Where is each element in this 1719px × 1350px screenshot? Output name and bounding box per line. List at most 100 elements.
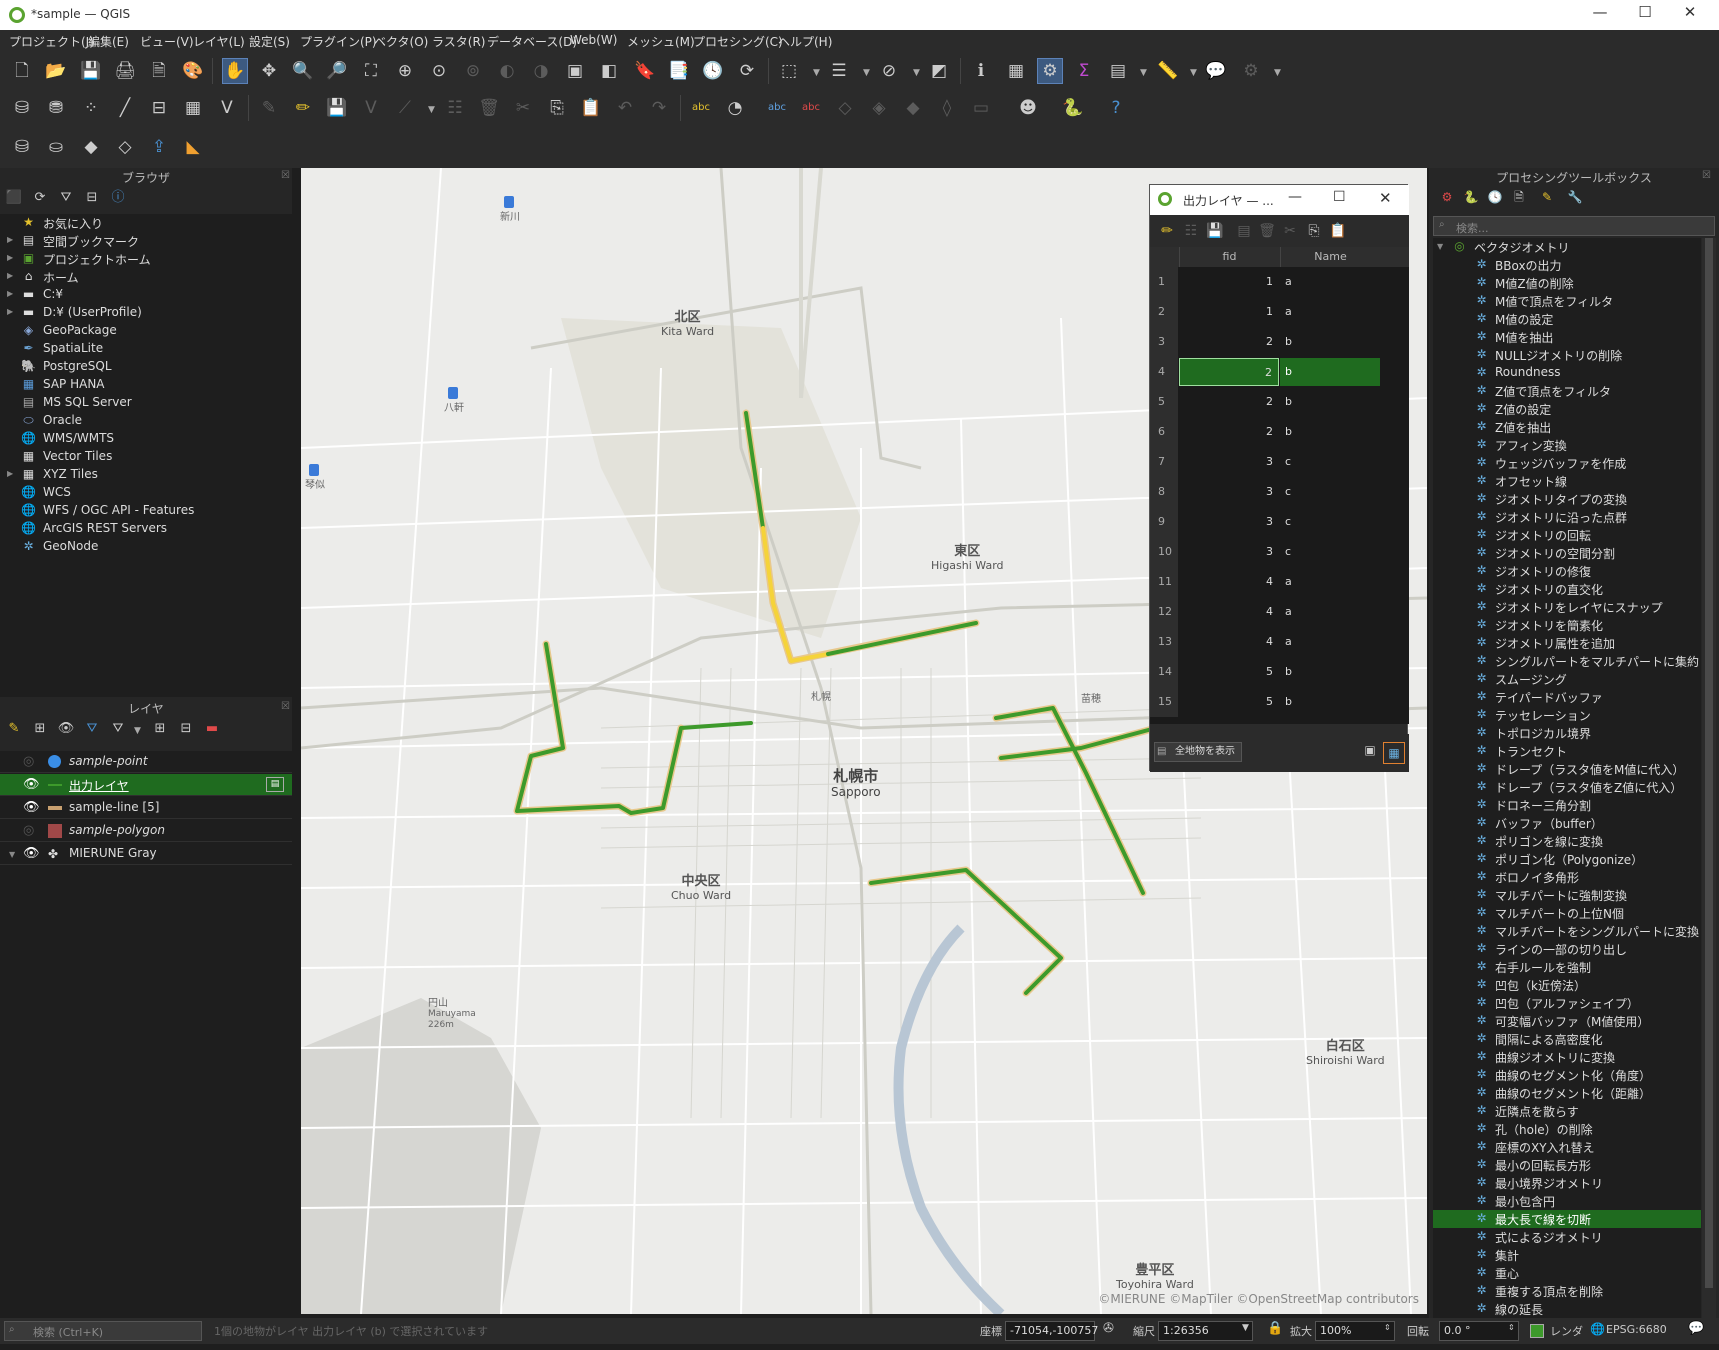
toolbox-item[interactable]: ✲ アフィン変換 xyxy=(1433,436,1701,454)
expand-arrow-icon[interactable]: ▶ xyxy=(7,253,13,262)
toolbox-item[interactable]: ✲ 最小包含円 xyxy=(1433,1192,1701,1210)
toolbox-item[interactable]: ✲ Z値の設定 xyxy=(1433,400,1701,418)
pan-to-selection-icon[interactable]: ✥ xyxy=(256,58,282,84)
browser-item-c-drive[interactable]: ▶ ▬ C:¥ xyxy=(0,286,292,304)
chevron-down-icon[interactable]: ▼ xyxy=(1190,68,1197,78)
collapse-arrow-icon[interactable]: ▼ xyxy=(1437,242,1443,251)
add-point-layer-icon[interactable]: ⁘ xyxy=(78,95,104,121)
toolbox-item[interactable]: ✲ M値で頂点をフィルタ xyxy=(1433,292,1701,310)
toolbox-item[interactable]: ✲ Roundness xyxy=(1433,364,1701,382)
zoom-full-icon[interactable]: ⛶ xyxy=(358,58,384,84)
minimize-button[interactable]: — xyxy=(1585,3,1615,21)
column-header-name[interactable]: Name xyxy=(1280,247,1380,267)
menu-processing[interactable]: プロセシング(C) xyxy=(693,33,783,50)
plugin-b-icon[interactable]: ◇ xyxy=(112,134,138,160)
menu-help[interactable]: ヘルプ(H) xyxy=(778,33,832,50)
toolbox-item[interactable]: ✲ M値を抽出 xyxy=(1433,328,1701,346)
browser-item-home[interactable]: ▶ ⌂ ホーム xyxy=(0,268,292,286)
browser-item-d-drive[interactable]: ▶ ▬ D:¥ (UserProfile) xyxy=(0,304,292,322)
options-icon[interactable]: 🔧 xyxy=(1566,188,1584,206)
layer-item-sample-line[interactable]: 👁 sample-line [5] xyxy=(0,797,292,819)
select-by-value-icon[interactable]: ☰ xyxy=(826,58,852,84)
toolbox-item[interactable]: ✲ 集計 xyxy=(1433,1246,1701,1264)
toolbox-item[interactable]: ✲ テッセレーション xyxy=(1433,706,1701,724)
toolbox-item[interactable]: ✲ 最小境界ジオメトリ xyxy=(1433,1174,1701,1192)
add-vector-layer-icon[interactable]: V xyxy=(214,95,240,121)
chevron-down-icon[interactable]: ▼ xyxy=(813,68,820,78)
zoom-out-icon[interactable]: 🔎 xyxy=(324,58,350,84)
editing-indicator-icon[interactable]: ▤ xyxy=(266,777,284,792)
visibility-on-icon[interactable]: 👁 xyxy=(23,777,40,792)
visibility-off-icon[interactable]: ◎ xyxy=(23,823,34,838)
new-project-icon[interactable]: 🗋 xyxy=(9,58,35,84)
toolbox-item[interactable]: ✲ ポリゴン化（Polygonize） xyxy=(1433,850,1701,868)
collapse-all-icon[interactable]: ⊟ xyxy=(177,719,195,737)
toolbox-item[interactable]: ✲ テイパードバッファ xyxy=(1433,688,1701,706)
add-delimited-text-icon[interactable]: ⊟ xyxy=(146,95,172,121)
deselect-all-icon[interactable]: ⊘ xyxy=(876,58,902,84)
toolbox-item[interactable]: ✲ 可変幅バッファ（M値使用） xyxy=(1433,1012,1701,1030)
toggle-editing-icon[interactable]: ✏ xyxy=(290,95,316,121)
toolbox-item[interactable]: ✲ 孔（hole）の削除 xyxy=(1433,1120,1701,1138)
undo-icon[interactable]: ↶ xyxy=(612,95,638,121)
toolbox-item[interactable]: ✲ M値Z値の削除 xyxy=(1433,274,1701,292)
toolbox-item[interactable]: ✲ ジオメトリの直交化 xyxy=(1433,580,1701,598)
upload-icon[interactable]: ⇪ xyxy=(146,134,172,160)
filter-legend-icon[interactable]: ⛛ xyxy=(83,719,101,737)
add-group-icon[interactable]: ⊞ xyxy=(31,719,49,737)
statistical-summary-icon[interactable]: Σ xyxy=(1071,58,1097,84)
toggle-extents-icon[interactable]: ✇ xyxy=(1103,1321,1114,1336)
show-hide-labels-icon[interactable]: ◇ xyxy=(832,95,858,121)
zoom-native-icon[interactable]: ⊚ xyxy=(460,58,486,84)
table-row[interactable]: 13 4 a xyxy=(1150,627,1409,657)
menu-project[interactable]: プロジェクト(J) xyxy=(9,33,94,50)
attr-minimize-button[interactable]: — xyxy=(1288,189,1302,205)
table-row[interactable]: 11 4 a xyxy=(1150,567,1409,597)
rotate-label-icon[interactable]: ◆ xyxy=(900,95,926,121)
change-label-icon[interactable]: ◊ xyxy=(934,95,960,121)
select-location-icon[interactable]: ◩ xyxy=(926,58,952,84)
label-tool-icon[interactable]: abc xyxy=(688,95,714,121)
toolbox-item[interactable]: ✲ ジオメトリをレイヤにスナップ xyxy=(1433,598,1701,616)
table-row[interactable]: 52b xyxy=(1150,387,1409,417)
highlight-pinned-labels-icon[interactable]: abc xyxy=(764,95,790,121)
save-project-icon[interactable]: 💾 xyxy=(78,58,104,84)
toolbox-item[interactable]: ✲ 重複する頂点を削除 xyxy=(1433,1282,1701,1300)
menu-raster[interactable]: ラスタ(R) xyxy=(432,33,485,50)
cut-features-icon[interactable]: ✂ xyxy=(510,95,536,121)
properties-icon[interactable]: ⓘ xyxy=(109,188,127,206)
browser-item-oracle[interactable]: ⬭ Oracle xyxy=(0,412,292,430)
browser-item-spatial-bookmarks[interactable]: ▶ ▤ 空間ブックマーク xyxy=(0,232,292,250)
collapse-all-icon[interactable]: ⊟ xyxy=(83,188,101,206)
expand-all-icon[interactable]: ⊞ xyxy=(151,719,169,737)
visibility-on-icon[interactable]: 👁 xyxy=(23,800,40,815)
new-print-layout-icon[interactable]: 🖨 xyxy=(112,58,138,84)
save-edits-icon[interactable]: 💾 xyxy=(1202,218,1228,244)
render-checkbox[interactable] xyxy=(1530,1324,1544,1338)
toolbox-item[interactable]: ✲ ウェッジバッファを作成 xyxy=(1433,454,1701,472)
toolbox-item[interactable]: ✲ Z値を抽出 xyxy=(1433,418,1701,436)
panel-close-icon[interactable]: ☒ xyxy=(1702,170,1711,181)
layer-item-output-layer[interactable]: 👁 出力レイヤ ▤ xyxy=(0,774,292,796)
toolbox-item[interactable]: ✲ シングルパートをマルチパートに集約 xyxy=(1433,652,1701,670)
table-row[interactable]: 21a xyxy=(1150,297,1409,327)
magnifier-spinbox[interactable]: 100% xyxy=(1315,1321,1395,1341)
attr-maximize-button[interactable]: ☐ xyxy=(1333,189,1346,205)
data-source-manager-icon[interactable]: ⛁ xyxy=(9,95,35,121)
table-row[interactable]: 93c xyxy=(1150,507,1409,537)
table-row[interactable]: 73c xyxy=(1150,447,1409,477)
kepler-icon[interactable]: ◣ xyxy=(180,134,206,160)
results-viewer-icon[interactable]: 🗎 xyxy=(1510,188,1528,206)
locator-search-input[interactable]: ⌕ 検索 (Ctrl+K) xyxy=(4,1321,202,1341)
toolbox-item[interactable]: ✲ 最小の回転長方形 xyxy=(1433,1156,1701,1174)
table-view-icon[interactable]: ▦ xyxy=(1383,742,1405,764)
toolbox-item[interactable]: ✲ ジオメトリ属性を追加 xyxy=(1433,634,1701,652)
chevron-down-icon[interactable]: ▼ xyxy=(1242,1323,1249,1333)
toolbox-item[interactable]: ✲ 重心 xyxy=(1433,1264,1701,1282)
select-features-icon[interactable]: ⬚ xyxy=(776,58,802,84)
manage-themes-icon[interactable]: 👁 xyxy=(57,719,75,737)
db-connect-icon[interactable]: ⛀ xyxy=(43,134,69,160)
field-calculator-icon[interactable]: ▤ xyxy=(1105,58,1131,84)
menu-database[interactable]: データベース(D) xyxy=(487,33,577,50)
diagram-tool-icon[interactable]: ◔ xyxy=(722,95,748,121)
